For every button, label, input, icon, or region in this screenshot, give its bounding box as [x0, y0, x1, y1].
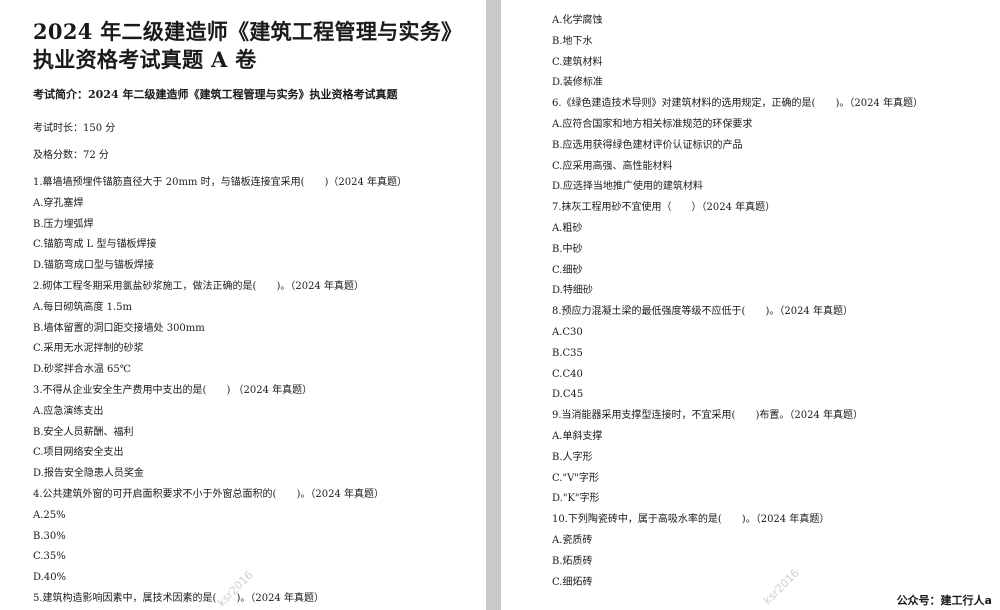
answer-option: A.25%	[33, 509, 66, 521]
answer-option: C.应采用高强、高性能材料	[552, 160, 673, 172]
answer-option: B.应选用获得绿色建材评价认证标识的产品	[552, 139, 743, 151]
left-question-list: 1.幕墙墙预埋件锚筋直径大于 20mm 时，与锚板连接宜采用( )（2024 年…	[33, 176, 468, 610]
answer-option: B.C35	[552, 347, 583, 359]
answer-option: B.中砂	[552, 243, 583, 255]
answer-option: B.墙体留置的洞口距交接墙处 300mm	[33, 322, 205, 334]
answer-option: C.锚筋弯成 L 型与锚板焊接	[33, 239, 157, 251]
document-title: 2024 年二级建造师《建筑工程管理与实务》 执业资格考试真题 A 卷	[33, 18, 468, 74]
question-text: 8.预应力混凝土梁的最低强度等级不应低于( )。（2024 年真题）	[552, 306, 853, 318]
answer-option: D.锚筋弯成口型与锚板焊接	[33, 260, 154, 272]
answer-option: D.报告安全隐患人员奖金	[33, 468, 144, 480]
question-text: 7.抹灰工程用砂不宜使用（ ）（2024 年真题）	[552, 202, 776, 214]
answer-option: A.应符合国家和地方相关标准规范的环保要求	[552, 118, 753, 130]
answer-option: B.炻质砖	[552, 555, 593, 567]
answer-option: A.瓷质砖	[552, 534, 593, 546]
answer-option: A.每日砌筑高度 1.5m	[33, 301, 132, 313]
answer-option: A.单斜支撑	[552, 430, 603, 442]
right-question-list: A.化学腐蚀 B.地下水 C.建筑材料 D.装修标准 6.《绿色建造技术导则》对建筑材料…	[552, 14, 982, 596]
footer-note: 公众号：建工行人a	[894, 592, 994, 608]
answer-option: B.30%	[33, 530, 66, 542]
answer-option: D.C45	[552, 389, 584, 401]
right-document-page: A.化学腐蚀 B.地下水 C.建筑材料 D.装修标准 6.《绿色建造技术导则》对建筑材料…	[501, 0, 1000, 610]
answer-option: D.砂浆拌合水温 65℃	[33, 364, 131, 376]
answer-option: C.35%	[33, 551, 66, 563]
answer-option: A.化学腐蚀	[552, 15, 603, 26]
question-text: 2.砌体工程冬期采用氯盐砂浆施工，做法正确的是( )。（2024 年真题）	[33, 280, 364, 292]
answer-option: B.地下水	[552, 35, 593, 47]
title-line-2: 执业资格考试真题 A 卷	[33, 47, 257, 72]
title-line-1: 2024 年二级建造师《建筑工程管理与实务》	[33, 19, 463, 44]
answer-option: A.C30	[552, 326, 583, 338]
answer-option: D.特细砂	[552, 285, 593, 297]
answer-option: C.细砂	[552, 264, 583, 276]
pass-score: 及格分数：72 分	[33, 150, 109, 161]
answer-option: C.C40	[552, 368, 583, 380]
answer-option: D.应选择当地推广使用的建筑材料	[552, 181, 703, 193]
answer-option: A.穿孔塞焊	[33, 197, 84, 209]
question-text: 1.幕墙墙预埋件锚筋直径大于 20mm 时，与锚板连接宜采用( )（2024 年…	[33, 177, 408, 188]
answer-option: B.压力埋弧焊	[33, 218, 94, 230]
answer-option: C.采用无水泥拌制的砂浆	[33, 343, 144, 355]
left-document-page: 2024 年二级建造师《建筑工程管理与实务》 执业资格考试真题 A 卷 考试简介…	[0, 0, 486, 610]
exam-duration: 考试时长：150 分	[33, 123, 116, 134]
question-text: 9.当消能器采用支撑型连接时，不宜采用( )布置。（2024 年真题）	[552, 410, 863, 422]
answer-option: C."V"字形	[552, 472, 599, 484]
answer-option: A.粗砂	[552, 222, 583, 234]
answer-option: D.装修标准	[552, 77, 603, 89]
answer-option: C.项目网络安全支出	[33, 447, 124, 459]
question-text: 6.《绿色建造技术导则》对建筑材料的选用规定，正确的是( )。（2024 年真题…	[552, 98, 923, 110]
answer-option: B.安全人员薪酬、福利	[33, 426, 134, 438]
answer-option: D."K"字形	[552, 493, 600, 505]
question-text: 3.不得从企业安全生产费用中支出的是( ) （2024 年真题）	[33, 384, 313, 396]
answer-option: B.人字形	[552, 451, 593, 463]
question-text: 4.公共建筑外窗的可开启面积要求不小于外窗总面积的( )。（2024 年真题）	[33, 488, 384, 500]
question-text: 10.下列陶瓷砖中，属于高吸水率的是( )。（2024 年真题）	[552, 514, 830, 526]
answer-option: A.应急演练支出	[33, 405, 104, 417]
exam-intro: 考试简介：2024 年二级建造师《建筑工程管理与实务》执业资格考试真题	[33, 88, 398, 101]
answer-option: C.建筑材料	[552, 56, 603, 68]
question-text: 5.建筑构造影响因素中，属技术因素的是( )。（2024 年真题）	[33, 592, 324, 604]
